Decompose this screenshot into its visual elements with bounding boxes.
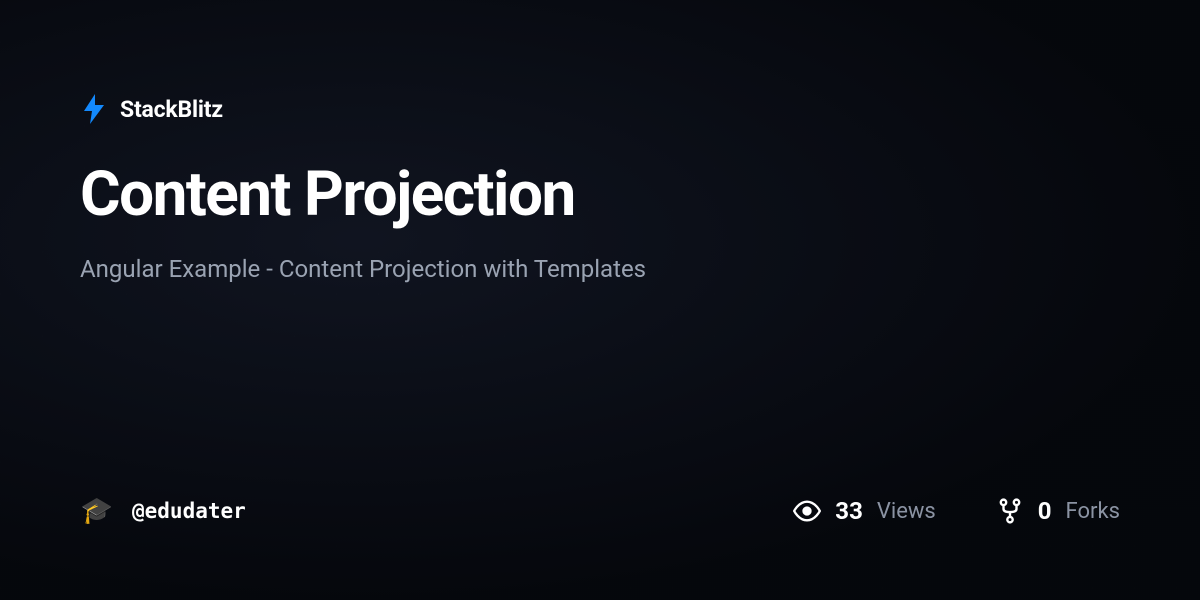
stats-section: 33 Views 0 Forks: [793, 497, 1120, 525]
author-section[interactable]: 🎓 @edudater: [80, 494, 246, 528]
content-card: StackBlitz Content Projection Angular Ex…: [0, 0, 1200, 600]
forks-value: 0: [1038, 497, 1052, 525]
forks-stat: 0 Forks: [996, 497, 1120, 525]
bolt-icon: [80, 95, 108, 123]
forks-label: Forks: [1066, 499, 1120, 524]
brand-name: StackBlitz: [120, 96, 223, 123]
views-value: 33: [835, 497, 863, 525]
views-label: Views: [877, 499, 936, 524]
brand-row: StackBlitz: [80, 95, 1120, 123]
eye-icon: [793, 497, 821, 525]
fork-icon: [996, 497, 1024, 525]
author-username: @edudater: [132, 499, 246, 523]
project-title: Content Projection: [80, 161, 1120, 229]
footer-row: 🎓 @edudater 33 Views: [80, 494, 1120, 528]
views-stat: 33 Views: [793, 497, 935, 525]
author-avatar: 🎓: [80, 494, 114, 528]
project-description: Angular Example - Content Projection wit…: [80, 255, 1120, 283]
